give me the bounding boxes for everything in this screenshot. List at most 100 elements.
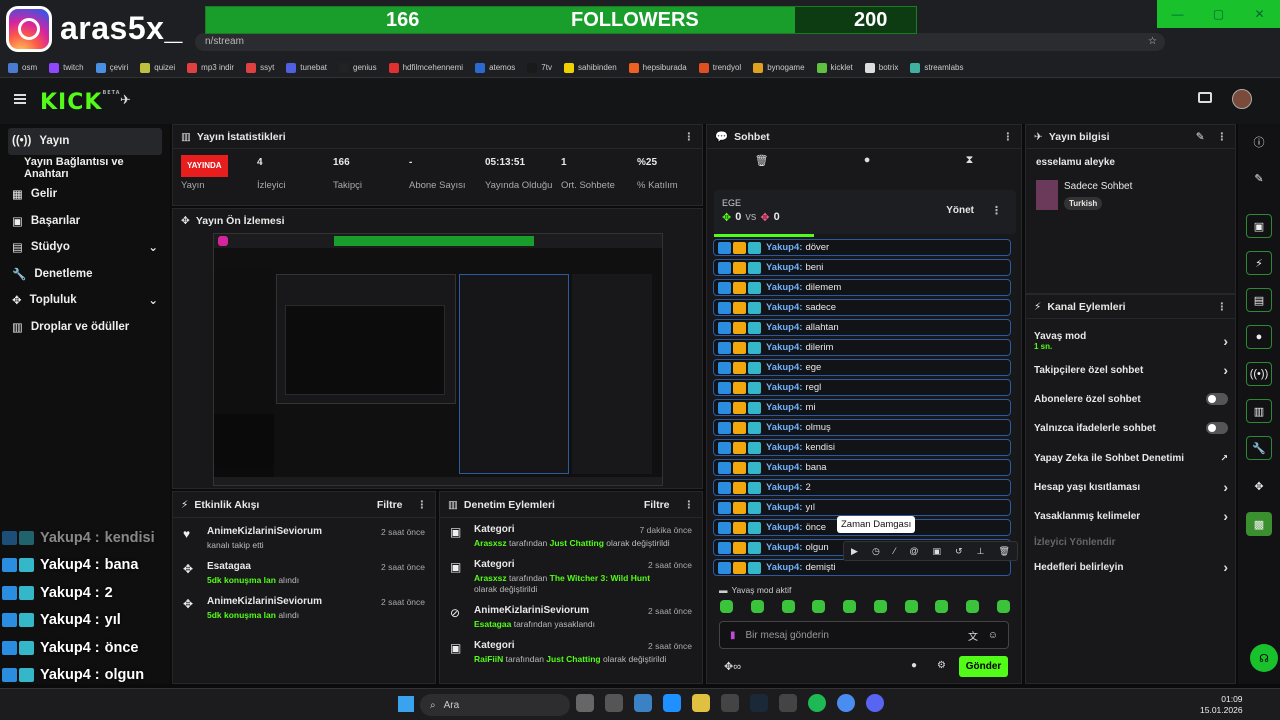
sidebar-item-droplar[interactable]: ▥ Droplar ve ödüller [0, 314, 170, 341]
kick-logo[interactable]: KICKBETA [40, 90, 121, 115]
kick-points-icon[interactable]: ✥∞ [724, 660, 741, 673]
epic-games-icon[interactable] [721, 694, 739, 712]
chat-input[interactable]: ▮ Bir mesaj gönderin 文 ☺ [719, 621, 1009, 649]
menu-icon[interactable] [14, 94, 26, 104]
taskbar-clock[interactable]: 01:09 15.01.2026 [1200, 694, 1243, 716]
chat-message[interactable]: Yakup4: dilemem [713, 279, 1011, 296]
mute-icon[interactable]: ⁄ [894, 546, 896, 556]
chat-message[interactable]: Yakup4: kendisi [713, 439, 1011, 456]
set-goals-action[interactable]: Hedefleri belirleyin › [1026, 559, 1236, 575]
more-options-icon[interactable]: ⋮ [1217, 301, 1228, 313]
creator-dashboard-icon[interactable] [1198, 92, 1212, 103]
studio-icon[interactable]: ▥ [1246, 399, 1272, 423]
emote-icon[interactable] [750, 600, 764, 613]
chat-username[interactable]: Yakup4: [766, 422, 802, 433]
play-icon[interactable]: ▶ [851, 546, 858, 557]
timestamp-icon[interactable]: ◷ [872, 546, 880, 557]
community-icon[interactable]: ✥ [1246, 474, 1272, 498]
obs-icon[interactable] [779, 694, 797, 712]
send-button[interactable]: Gönder [959, 656, 1008, 677]
broadcast-icon[interactable]: ((•)) [1246, 362, 1272, 386]
game-icon[interactable]: ▩ [1246, 512, 1272, 536]
folder-icon[interactable] [692, 694, 710, 712]
info-icon[interactable]: ⓘ [1246, 130, 1272, 154]
bookmark-item[interactable]: ssyt [246, 62, 274, 73]
taskbar-search[interactable]: ⌕ Ara [420, 694, 570, 716]
edge-icon[interactable] [663, 694, 681, 712]
emote-icon[interactable] [720, 600, 733, 613]
bookmark-item[interactable]: genius [339, 62, 377, 73]
spotify-icon[interactable] [808, 694, 826, 712]
bookmark-item[interactable]: mp3 indir [187, 62, 234, 73]
edit-icon[interactable]: ✎ [1196, 131, 1205, 143]
emote-only-toggle[interactable] [1206, 422, 1228, 434]
copy-icon[interactable]: ▣ [933, 546, 942, 557]
stream-preview-video[interactable] [213, 233, 663, 486]
close-window-button[interactable]: ✕ [1239, 0, 1280, 28]
bookmark-item[interactable]: kicklet [816, 62, 853, 73]
slow-mode-action[interactable]: Yavaş mod 1 sn. › [1026, 330, 1236, 352]
task-view-icon[interactable] [605, 694, 623, 712]
pin-message-icon[interactable]: ⊥ [977, 546, 985, 557]
bookmark-item[interactable]: botrix [864, 62, 898, 73]
chat-username[interactable]: Yakup4: [766, 482, 802, 493]
sidebar-item-stream-key[interactable]: Yayın Bağlantısı ve Anahtarı [0, 155, 170, 182]
banned-words-action[interactable]: Yasaklanmış kelimeler › [1026, 508, 1236, 524]
emote-icon[interactable] [873, 600, 887, 613]
chat-settings-icon[interactable]: ⚙ [937, 660, 946, 671]
more-options-icon[interactable]: ⋮ [1003, 131, 1014, 143]
bookmark-item[interactable]: atemos [475, 62, 515, 73]
chat-username[interactable]: Yakup4: [766, 242, 802, 253]
bookmark-item[interactable]: osm [8, 62, 37, 73]
microphone-icon[interactable]: ▮ [730, 630, 736, 641]
bookmark-item[interactable]: tunebat [286, 62, 327, 73]
file-explorer-icon[interactable] [576, 694, 594, 712]
chat-username[interactable]: Yakup4: [766, 262, 802, 273]
sidebar-item-basarilar[interactable]: ▣ Başarılar [0, 208, 170, 235]
chat-username[interactable]: Yakup4: [766, 362, 802, 373]
chat-username[interactable]: Yakup4: [766, 462, 802, 473]
chat-message[interactable]: Yakup4: ege [713, 359, 1011, 376]
bookmark-item[interactable]: sahibinden [563, 62, 617, 73]
chat-message[interactable]: Yakup4: allahtan [713, 319, 1011, 336]
subs-only-toggle[interactable] [1206, 393, 1228, 405]
delete-message-icon[interactable]: 🗑 [998, 546, 1009, 557]
chat-username[interactable]: Yakup4: [766, 302, 802, 313]
bookmark-item[interactable]: çeviri [95, 62, 128, 73]
bookmark-item[interactable]: hdfilmcehennemi [388, 62, 463, 73]
minimize-button[interactable]: — [1157, 0, 1198, 28]
chat-message[interactable]: Yakup4: sadece [713, 299, 1011, 316]
pin-icon[interactable]: ✈ [120, 92, 131, 108]
lightning-icon[interactable]: ⚡ [1246, 251, 1272, 275]
more-options-icon[interactable]: ⋮ [1217, 131, 1228, 143]
chat-username[interactable]: Yakup4: [766, 402, 802, 413]
sidebar-item-studyo[interactable]: ▤ Stüdyo ⌄ [0, 234, 170, 261]
chat-message[interactable]: Yakup4: döver [713, 239, 1011, 256]
clip-icon[interactable]: ▣ [1246, 214, 1272, 238]
help-headset-icon[interactable]: ☊ [1250, 644, 1278, 672]
wrench-icon[interactable]: 🔧 [1246, 436, 1272, 460]
activity-filter-button[interactable]: Filtre [377, 499, 403, 511]
profile-avatar[interactable] [1232, 89, 1252, 109]
address-bar[interactable]: n/stream ☆ [195, 33, 1165, 51]
more-options-icon[interactable]: ⋮ [684, 499, 695, 511]
discord-icon[interactable] [866, 694, 884, 712]
sidebar-item-denetleme[interactable]: 🔧 Denetleme [0, 261, 170, 288]
ai-moderation-action[interactable]: Yapay Zeka ile Sohbet Denetimi ↗ [1026, 450, 1236, 466]
undo-icon[interactable]: ↺ [955, 546, 963, 557]
bookmark-item[interactable]: streamlabs [910, 62, 963, 73]
bookmark-item[interactable]: trendyol [698, 62, 741, 73]
edit-icon[interactable]: ✎ [1246, 166, 1272, 190]
more-options-icon[interactable]: ⋮ [991, 204, 1002, 217]
steam-icon[interactable] [750, 694, 768, 712]
chat-username[interactable]: Yakup4: [766, 502, 802, 513]
manage-prediction-button[interactable]: Yönet [946, 205, 974, 216]
chat-message[interactable]: Yakup4: beni [713, 259, 1011, 276]
chat-username[interactable]: Yakup4: [766, 342, 802, 353]
hourglass-icon[interactable]: ⧗ [966, 154, 974, 167]
maximize-button[interactable]: ▢ [1198, 0, 1239, 28]
chrome-icon[interactable] [837, 694, 855, 712]
sidebar-item-topluluk[interactable]: ✥ Topluluk ⌄ [0, 287, 170, 314]
chat-message[interactable]: Yakup4: olmuş [713, 419, 1011, 436]
chat-username[interactable]: Yakup4: [766, 322, 802, 333]
